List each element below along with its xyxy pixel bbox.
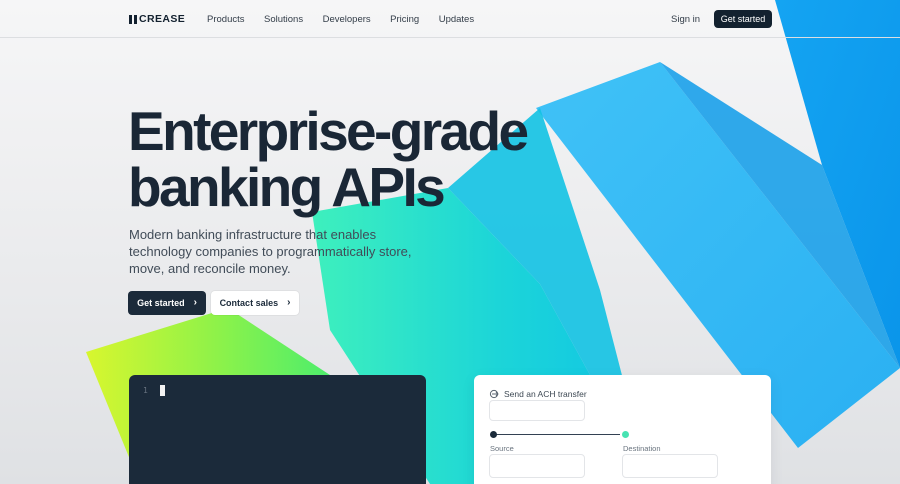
hero-title-line: Enterprise-grade	[128, 100, 529, 162]
hero-subtitle: Modern banking infrastructure that enabl…	[129, 226, 419, 277]
hero-subtitle-line: move, and reconcile money.	[129, 261, 291, 276]
chevron-right-icon: ›	[193, 297, 197, 308]
nav-link-developers[interactable]: Developers	[323, 14, 371, 25]
nav-link-updates[interactable]: Updates	[439, 14, 474, 25]
chevron-right-icon: ›	[287, 297, 291, 308]
source-field[interactable]	[489, 454, 585, 478]
line-number: 1	[143, 386, 148, 395]
card-title: Send an ACH transfer	[504, 389, 587, 399]
logo-wordmark: CREASE	[139, 13, 186, 25]
get-started-button[interactable]: Get started ›	[128, 291, 206, 315]
nav-link-solutions[interactable]: Solutions	[264, 14, 303, 25]
transfer-track	[496, 434, 620, 435]
contact-sales-label: Contact sales	[219, 298, 279, 308]
amount-field[interactable]	[489, 400, 585, 421]
nav-link-products[interactable]: Products	[207, 14, 245, 25]
hero-subtitle-line: technology companies to programmatically…	[129, 244, 412, 259]
hero-title: Enterprise-grade banking APIs	[128, 100, 529, 218]
contact-sales-button[interactable]: Contact sales ›	[211, 291, 299, 315]
get-started-label: Get started	[137, 298, 185, 308]
hero-subtitle-line: Modern banking infrastructure that enabl…	[129, 227, 377, 242]
nav-get-started-button[interactable]: Get started	[714, 10, 772, 28]
nav-link-pricing[interactable]: Pricing	[390, 14, 419, 25]
hero-title-line: banking APIs	[128, 156, 446, 218]
logo-bars-icon	[129, 14, 137, 24]
ach-transfer-card: Send an ACH transfer Source Destination	[474, 375, 771, 484]
destination-label: Destination	[623, 444, 661, 453]
increase-logo[interactable]: CREASE	[129, 13, 185, 25]
nav-links: Products Solutions Developers Pricing Up…	[207, 14, 494, 25]
transfer-arrow-icon	[489, 389, 499, 399]
source-dot	[490, 431, 497, 438]
destination-dot	[622, 431, 629, 438]
code-editor[interactable]: 1	[129, 375, 426, 484]
source-label: Source	[490, 444, 514, 453]
destination-field[interactable]	[622, 454, 718, 478]
text-cursor	[160, 385, 165, 396]
sign-in-link[interactable]: Sign in	[671, 14, 700, 25]
card-header: Send an ACH transfer	[489, 389, 587, 399]
top-navigation: CREASE Products Solutions Developers Pri…	[0, 0, 900, 38]
